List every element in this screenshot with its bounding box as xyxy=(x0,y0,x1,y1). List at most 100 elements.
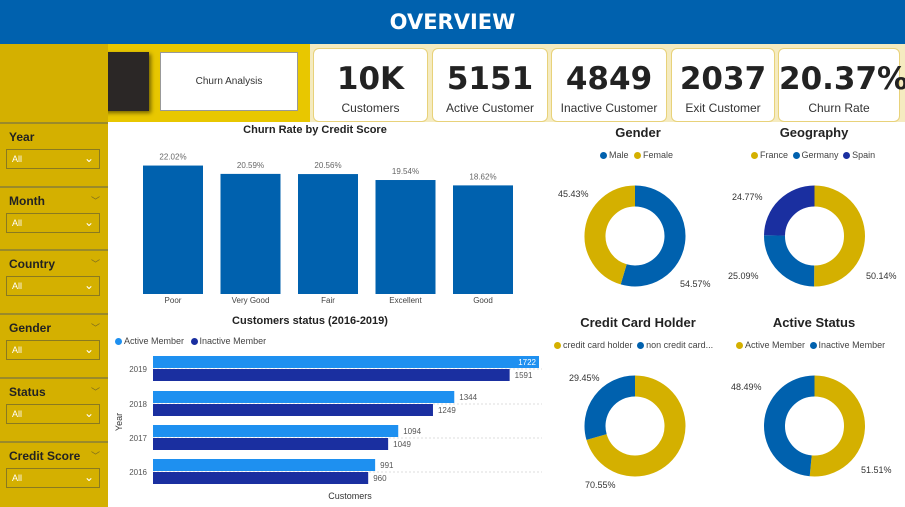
churn-by-credit-panel: Churn Rate by Credit Score 22.02% Poor 20.… xyxy=(110,124,540,312)
slicer-credit-score: Credit Score ﹀ All ⌄ xyxy=(0,441,108,501)
geography-panel: Geography France Germany Spain 24.77% 25… xyxy=(726,124,905,312)
slicer-status: Status ﹀ All ⌄ xyxy=(0,377,108,437)
bar xyxy=(153,391,455,403)
donut-slice xyxy=(620,185,686,287)
donut-slice xyxy=(584,185,636,285)
churn-bar-chart: 22.02% Poor 20.59% Very Good 20.56% Fair 19.54… xyxy=(143,153,513,305)
credit-score-dropdown[interactable]: All ⌄ xyxy=(6,468,100,488)
donut-value-label: 24.77% xyxy=(732,192,763,202)
page-title: OVERVIEW xyxy=(389,10,516,34)
chevron-down-icon[interactable]: ﹀ xyxy=(91,194,100,207)
geography-donut xyxy=(764,185,866,287)
customer-status-chart: 1722 1591 2019 13441249 2018 1094 1049 2017 991 9… xyxy=(114,356,542,501)
chevron-down-icon[interactable]: ﹀ xyxy=(91,385,100,398)
bar-data-label: 22.02% xyxy=(159,153,186,162)
active-status-panel: Active Status Active Member Inactive Mem… xyxy=(726,314,905,506)
x-tick-label: Fair xyxy=(321,296,335,305)
slicer-year: Year All ⌄ xyxy=(0,122,108,182)
bar-data-label: 991 xyxy=(380,461,394,470)
bar-data-label: 19.54% xyxy=(392,167,419,176)
chevron-down-icon[interactable]: ﹀ xyxy=(91,257,100,270)
slicer-title: Country xyxy=(9,257,55,271)
chevron-down-icon: ⌄ xyxy=(83,342,94,356)
slicer-gender: Gender ﹀ All ⌄ xyxy=(0,313,108,373)
bar-data-label: 1249 xyxy=(438,406,456,415)
x-axis-label: Customers xyxy=(328,491,372,501)
x-tick-label: Good xyxy=(473,296,493,305)
bar-data-label: 20.59% xyxy=(237,161,264,170)
kpi-value: 2037 xyxy=(679,61,767,97)
gender-panel: Gender Male Female 45.43% 54.57% xyxy=(548,124,724,312)
kpi-label: Customers xyxy=(341,101,400,115)
bar xyxy=(143,165,203,294)
bar xyxy=(153,356,539,368)
donut-value-label: 25.09% xyxy=(728,271,759,281)
y-tick-label: 2019 xyxy=(129,365,147,374)
donut-slice xyxy=(584,375,636,440)
credit-card-donut xyxy=(584,375,686,477)
kpi-value: 20.37% xyxy=(779,61,905,97)
bar xyxy=(153,459,376,471)
chevron-down-icon: ⌄ xyxy=(83,470,94,484)
kpi-label: Active Customer xyxy=(445,101,535,115)
y-tick-label: 2018 xyxy=(129,400,147,409)
chevron-down-icon[interactable]: ﹀ xyxy=(91,449,100,462)
bar xyxy=(153,404,433,416)
kpi-card-exit: 2037 Exit Customer xyxy=(671,48,775,122)
churn-analysis-button[interactable]: Churn Analysis xyxy=(160,52,298,111)
dropdown-value: All xyxy=(12,218,23,228)
gender-dropdown[interactable]: All ⌄ xyxy=(6,340,100,360)
dropdown-value: All xyxy=(12,473,23,483)
bar xyxy=(220,173,281,294)
chevron-down-icon: ⌄ xyxy=(83,278,94,292)
dropdown-value: All xyxy=(12,345,23,355)
x-tick-label: Excellent xyxy=(389,296,422,305)
x-tick-label: Poor xyxy=(165,296,182,305)
dropdown-value: All xyxy=(12,409,23,419)
year-dropdown[interactable]: All ⌄ xyxy=(6,149,100,169)
bar-data-label: 20.56% xyxy=(314,161,341,170)
chevron-down-icon: ⌄ xyxy=(83,151,94,165)
kpi-card-active: 5151 Active Customer xyxy=(432,48,548,122)
donut-value-label: 51.51% xyxy=(861,465,892,475)
donut-slice xyxy=(764,375,816,477)
slicer-title: Credit Score xyxy=(9,449,81,463)
slicer-title: Status xyxy=(9,385,46,399)
donut-slice xyxy=(813,185,866,287)
y-tick-label: 2017 xyxy=(129,434,147,443)
dropdown-value: All xyxy=(12,281,23,291)
y-tick-label: 2016 xyxy=(129,468,147,477)
slicer-title: Year xyxy=(9,130,35,144)
kpi-label: Inactive Customer xyxy=(560,101,658,115)
month-dropdown[interactable]: All ⌄ xyxy=(6,213,100,233)
country-dropdown[interactable]: All ⌄ xyxy=(6,276,100,296)
status-dropdown[interactable]: All ⌄ xyxy=(6,404,100,424)
donut-value-label: 48.49% xyxy=(731,382,762,392)
kpi-value: 10K xyxy=(336,61,405,97)
kpi-label: Churn Rate xyxy=(808,101,870,115)
donut-value-label: 45.43% xyxy=(558,189,589,199)
bar-data-label: 18.62% xyxy=(469,172,496,181)
bar xyxy=(453,185,513,294)
x-tick-label: Very Good xyxy=(232,296,270,305)
dropdown-value: All xyxy=(12,154,23,164)
chevron-down-icon: ⌄ xyxy=(83,215,94,229)
kpi-value: 4849 xyxy=(565,61,653,97)
bar xyxy=(153,425,399,437)
donut-value-label: 50.14% xyxy=(866,271,897,281)
credit-card-panel: Credit Card Holder credit card holder no… xyxy=(548,314,724,506)
donut-slice xyxy=(764,185,816,237)
bar xyxy=(153,438,389,450)
kpi-card-inactive: 4849 Inactive Customer xyxy=(551,48,667,122)
bar-data-label: 960 xyxy=(373,474,387,483)
donut-value-label: 29.45% xyxy=(569,373,600,383)
bar xyxy=(375,180,436,294)
slicer-month: Month ﹀ All ⌄ xyxy=(0,186,108,246)
kpi-card-churn-rate: 20.37% Churn Rate xyxy=(778,48,905,122)
slicer-title: Gender xyxy=(9,321,52,335)
bar-data-label: 1722 xyxy=(518,358,536,367)
donut-slice xyxy=(809,375,865,477)
header-bar: OVERVIEW xyxy=(0,0,905,44)
chevron-down-icon[interactable]: ﹀ xyxy=(91,321,100,334)
kpi-label: Exit Customer xyxy=(685,101,761,115)
